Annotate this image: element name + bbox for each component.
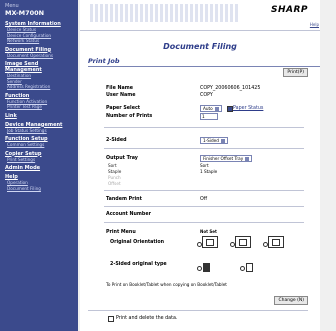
not-set-column: Not Set [200,229,217,234]
divider [104,127,304,128]
sidebar-item[interactable]: Address Registration [5,84,75,90]
chevron-down-icon [220,139,225,143]
original-type-radio[interactable] [197,266,202,271]
binding-note: To Print on Booklet/Tablet when copying … [106,282,227,287]
tandem-print-label: Tandem Print [106,197,142,202]
book-binding-icon [203,263,210,272]
paper-select-value: Auto [203,106,213,111]
sidebar-heading[interactable]: Image Send Management [5,61,75,73]
paper-status-link[interactable]: Paper Status [233,106,263,111]
punch-label: Punch [108,175,121,180]
print-and-delete-checkbox[interactable] [108,316,114,322]
user-name-value: COPY [200,93,213,98]
original-type-radio[interactable] [240,266,245,271]
sidebar-section: Device Management Job Status Settings [0,122,78,134]
two-sided-value: 1-Sided [203,138,219,143]
sidebar-section: Function Setup Common Settings [0,136,78,148]
sidebar-section: Image Send Management Destination Sender Ad… [0,61,78,90]
sidebar-heading[interactable]: Admin Mode [5,165,75,171]
tablet-binding-icon [246,263,253,272]
sidebar-item[interactable]: Document Operations [5,53,75,59]
brand-logo: SHARP [270,5,308,15]
divider [104,206,304,207]
rotated-orientation-icon[interactable] [268,236,284,248]
divider [88,310,308,311]
chevron-down-icon [214,107,219,111]
page-title: Document Filing [163,42,237,51]
main-panel: SHARP Help Document Filing Print Job Pri… [80,0,320,331]
sort-label: Sort [108,163,117,168]
header-banner [90,4,240,22]
header: SHARP Help [80,0,320,31]
divider [104,190,304,191]
user-name-label: User Name [106,93,136,98]
staple-value: 1 Staple [200,169,218,174]
file-name-label: File Name [106,86,133,91]
output-tray-label: Output Tray [106,156,138,161]
output-tray-dropdown[interactable]: Finisher Offset Tray [200,155,253,162]
divider [104,148,304,149]
output-tray-value: Finisher Offset Tray [203,156,244,161]
section-title: Print Job [88,57,320,67]
staple-label: Staple [108,169,122,174]
sidebar: Menu MX-M700N System Information Device S… [0,0,78,331]
paper-select-label: Paper Select [106,106,141,111]
paper-select-dropdown[interactable]: Auto [200,105,222,112]
number-of-prints-value: 1 [202,114,205,119]
sidebar-section: Copier Setup Print Settings [0,151,78,163]
help-link[interactable]: Help [310,22,319,27]
two-sided-original-type-label: 2-Sided original type [110,262,167,267]
sidebar-section: Function Function Activation Printer Test … [0,93,78,110]
sidebar-section: Document Filing Document Operations [0,47,78,59]
two-sided-label: 2-Sided [106,138,127,143]
sidebar-section: Help Operation Document Filing [0,174,78,191]
file-name-value: COPY_20060606_101425 [200,86,261,91]
model-name: MX-M700N [5,9,45,17]
landscape-orientation-icon[interactable] [235,236,251,248]
print-and-delete-label: Print and delete the data. [116,316,178,321]
portrait-orientation-icon[interactable] [202,236,218,248]
sidebar-item[interactable]: Document Filing [5,186,75,192]
sidebar-nav: System Information Device Status Device Co… [0,21,78,191]
sidebar-item[interactable]: Common Settings [5,142,75,148]
divider [104,222,304,223]
sidebar-item[interactable]: Print Settings [5,157,75,163]
sidebar-heading[interactable]: Link [5,113,75,119]
model-block: Menu MX-M700N [0,0,78,18]
sidebar-item[interactable]: Printer Test Page [5,104,75,110]
account-number-label: Account Number [106,212,151,217]
chevron-down-icon [245,157,250,161]
sidebar-section: Link [0,113,78,119]
print-button[interactable]: Print(P) [283,68,308,77]
offset-label: Offset [108,181,121,186]
sidebar-section: Admin Mode [0,165,78,171]
sidebar-section: System Information Device Status Device Co… [0,21,78,44]
sort-value: Sort [200,163,209,168]
sidebar-item[interactable]: Network Status [5,38,75,44]
sidebar-item[interactable]: Job Status Settings [5,128,75,134]
two-sided-dropdown[interactable]: 1-Sided [200,137,228,144]
number-of-prints-input[interactable]: 1 [200,113,218,120]
change-button[interactable]: Change (N) [274,296,308,305]
tandem-print-value: Off [200,197,208,202]
print-menu-label: Print Menu [106,230,136,235]
number-of-prints-label: Number of Prints [106,114,153,119]
original-orientation-label: Original Orientation [110,240,165,245]
